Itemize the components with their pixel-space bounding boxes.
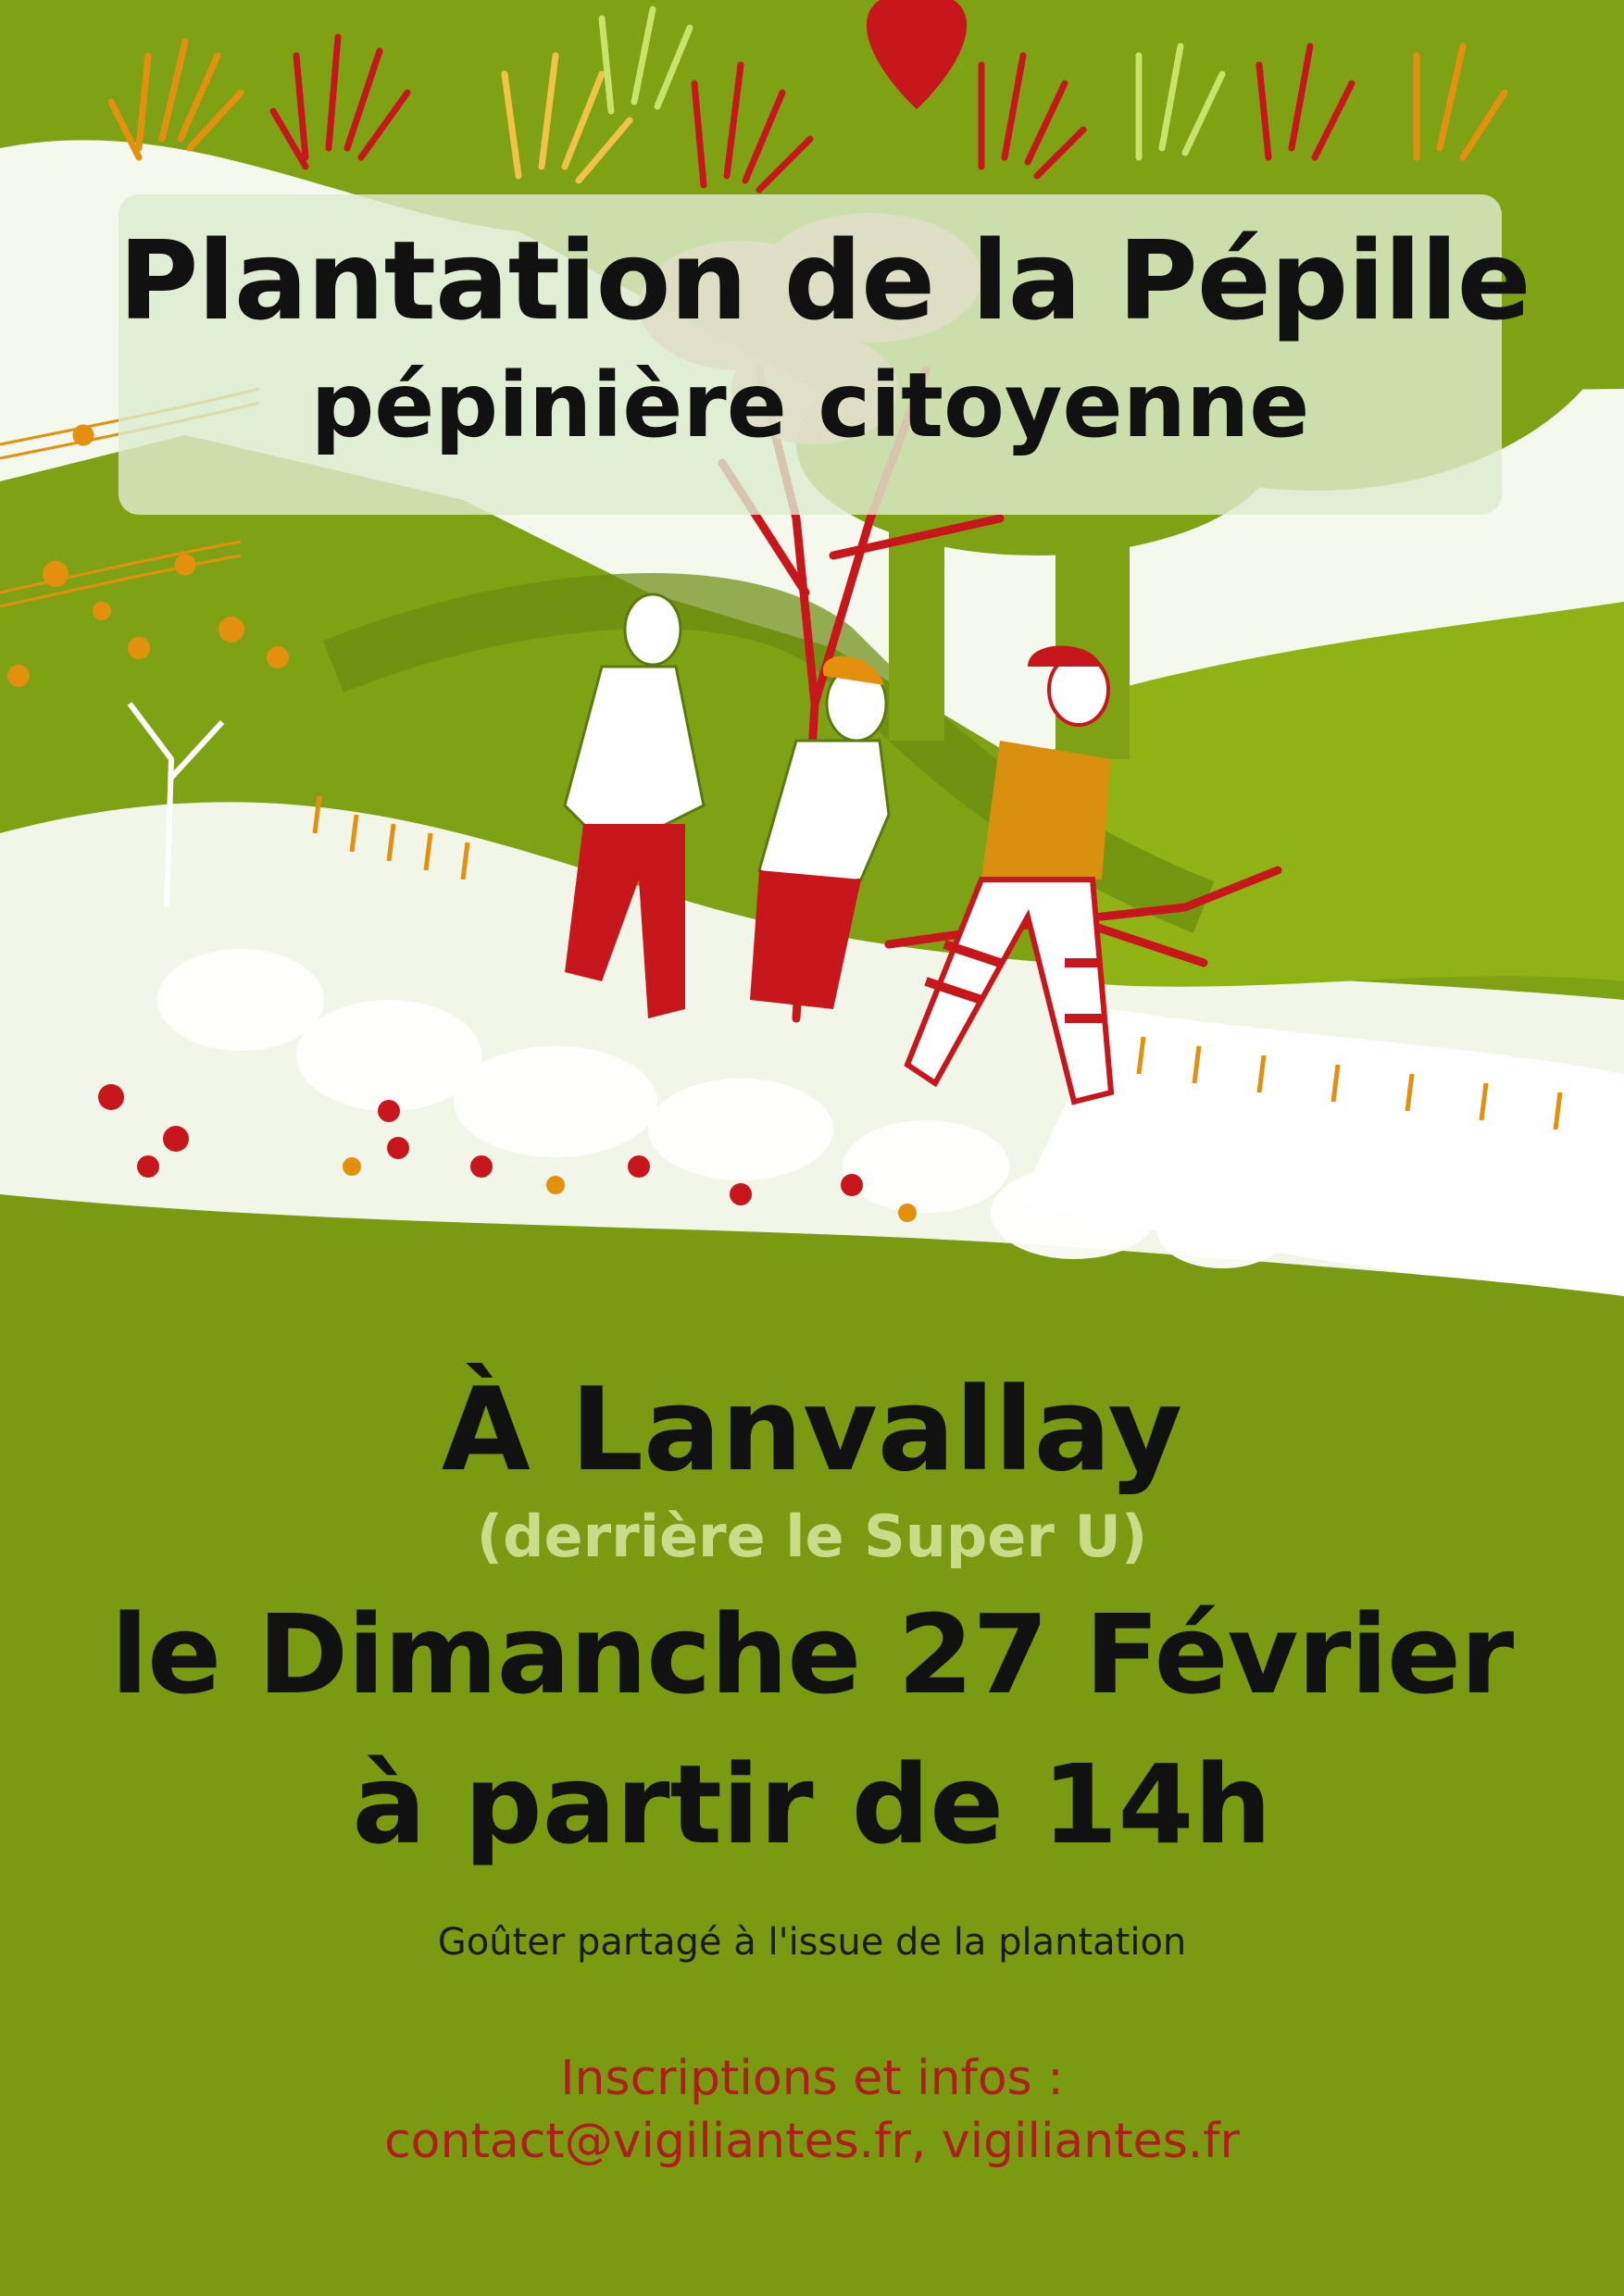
contact-label: Inscriptions et infos : (560, 2051, 1064, 2106)
event-location: À Lanvallay (441, 1364, 1183, 1497)
event-date: le Dimanche 27 Février (110, 1591, 1515, 1718)
title-banner: Plantation de la Pépille pépinière citoy… (119, 194, 1531, 515)
poster: Plantation de la Pépille pépinière citoy… (0, 0, 1624, 2296)
event-location-note: (derrière le Super U) (476, 1503, 1148, 1570)
contact-info: contact@vigiliantes.fr, vigiliantes.fr (384, 2114, 1240, 2169)
page-title: Plantation de la Pépille (119, 217, 1531, 344)
page-subtitle: pépinière citoyenne (310, 354, 1310, 457)
event-snack-note: Goûter partagé à l'issue de la plantatio… (437, 1921, 1187, 1964)
event-time: à partir de 14h (352, 1741, 1272, 1868)
